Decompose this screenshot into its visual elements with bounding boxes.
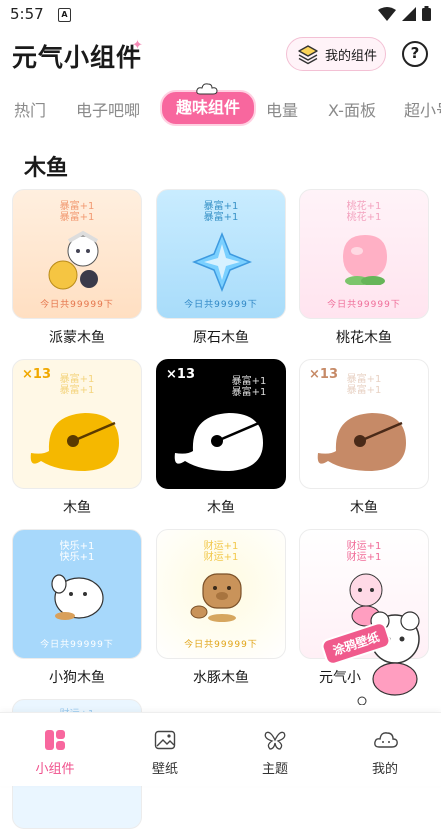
tab-hot[interactable]: 热门 bbox=[14, 97, 46, 121]
widget-name: 桃花木鱼 bbox=[336, 330, 392, 346]
status-icons bbox=[378, 6, 431, 21]
nav-mine[interactable]: 我的 bbox=[330, 713, 440, 786]
widget-name: 原石木鱼 bbox=[193, 330, 249, 346]
nav-theme[interactable]: 主题 bbox=[220, 713, 330, 786]
tab-fun-widgets[interactable]: 趣味组件 bbox=[160, 90, 257, 126]
section-title: 木鱼 bbox=[24, 156, 69, 181]
widget-name: 木鱼 bbox=[350, 500, 378, 516]
widget-card[interactable]: 桃花+1 桃花+1 今日共99999下 bbox=[299, 189, 429, 319]
nav-wallpaper[interactable]: 壁纸 bbox=[110, 713, 220, 786]
widget-name: 木鱼 bbox=[207, 500, 235, 516]
widget-card[interactable]: 暴富+1 暴富+1 今日共99999下 bbox=[12, 189, 142, 319]
widget-name: 小狗木鱼 bbox=[49, 670, 105, 686]
widget-card[interactable]: ×13 暴富+1 暴富+1 bbox=[299, 359, 429, 489]
tap-counter: 今日共99999下 bbox=[184, 640, 258, 650]
tab-super-mini[interactable]: 超小号 bbox=[404, 97, 441, 121]
widgets-icon bbox=[45, 730, 65, 750]
butterfly-icon bbox=[264, 731, 286, 750]
tap-counter: 今日共99999下 bbox=[40, 640, 114, 650]
sparkle-icon: ✦ bbox=[132, 38, 143, 53]
widget-card[interactable]: ×13 暴富+1 暴富+1 bbox=[12, 359, 142, 489]
status-bar: 5:57 A bbox=[0, 0, 441, 30]
puppy-icon bbox=[51, 574, 104, 620]
tap-counter: 今日共99999下 bbox=[184, 300, 258, 310]
sim-icon: A bbox=[58, 8, 71, 22]
wooden-fish-icon bbox=[317, 413, 406, 471]
help-button[interactable]: ? bbox=[402, 41, 428, 67]
signal-icon bbox=[402, 6, 416, 21]
widget-card[interactable]: 暴富+1 暴富+1 今日共99999下 bbox=[156, 189, 286, 319]
cloud-icon bbox=[196, 83, 218, 95]
paimon-icon bbox=[48, 230, 99, 290]
my-widgets-label: 我的组件 bbox=[325, 48, 378, 64]
nav-widgets[interactable]: 小组件 bbox=[0, 713, 110, 786]
nav-wallpaper-label: 壁纸 bbox=[151, 762, 178, 777]
bottom-nav: 小组件 壁纸 主题 我的 bbox=[0, 712, 441, 786]
widget-name: 水豚木鱼 bbox=[193, 670, 249, 686]
app-title: 元气小组件 bbox=[12, 43, 143, 72]
capybara-icon bbox=[190, 573, 242, 622]
tap-counter: 今日共99999下 bbox=[327, 300, 401, 310]
widget-name: 木鱼 bbox=[63, 500, 91, 516]
widget-card[interactable]: 快乐+1 快乐+1 今日共99999下 bbox=[12, 529, 142, 659]
status-time: 5:57 bbox=[10, 5, 44, 23]
battery-icon bbox=[422, 6, 431, 21]
nav-mine-label: 我的 bbox=[371, 762, 398, 777]
layers-icon bbox=[298, 45, 318, 65]
tab-battery[interactable]: 电量 bbox=[266, 97, 298, 121]
widget-name: 派蒙木鱼 bbox=[49, 330, 105, 346]
nav-theme-label: 主题 bbox=[261, 762, 288, 777]
wooden-fish-icon bbox=[30, 413, 119, 471]
tab-badge[interactable]: 电子吧唧 bbox=[76, 97, 140, 121]
primogem-icon bbox=[192, 232, 252, 292]
image-icon bbox=[154, 730, 176, 750]
nav-widgets-label: 小组件 bbox=[35, 762, 75, 777]
widget-card[interactable]: ×13 暴富+1 暴富+1 bbox=[156, 359, 286, 489]
tap-counter: 今日共99999下 bbox=[40, 300, 114, 310]
my-widgets-button[interactable]: 我的组件 bbox=[286, 37, 386, 71]
cloud-face-icon bbox=[374, 732, 398, 748]
category-tabs: 热门 电子吧唧 趣味组件 电量 X-面板 超小号 bbox=[0, 85, 441, 130]
tab-x-panel[interactable]: X-面板 bbox=[328, 97, 376, 121]
wifi-icon bbox=[378, 6, 396, 21]
widget-card[interactable]: 财运+1 财运+1 今日共99999下 bbox=[156, 529, 286, 659]
peach-icon bbox=[343, 235, 387, 285]
wooden-fish-icon bbox=[174, 413, 263, 471]
app-header: 元气小组件 ✦ 我的组件 ? bbox=[0, 30, 441, 80]
